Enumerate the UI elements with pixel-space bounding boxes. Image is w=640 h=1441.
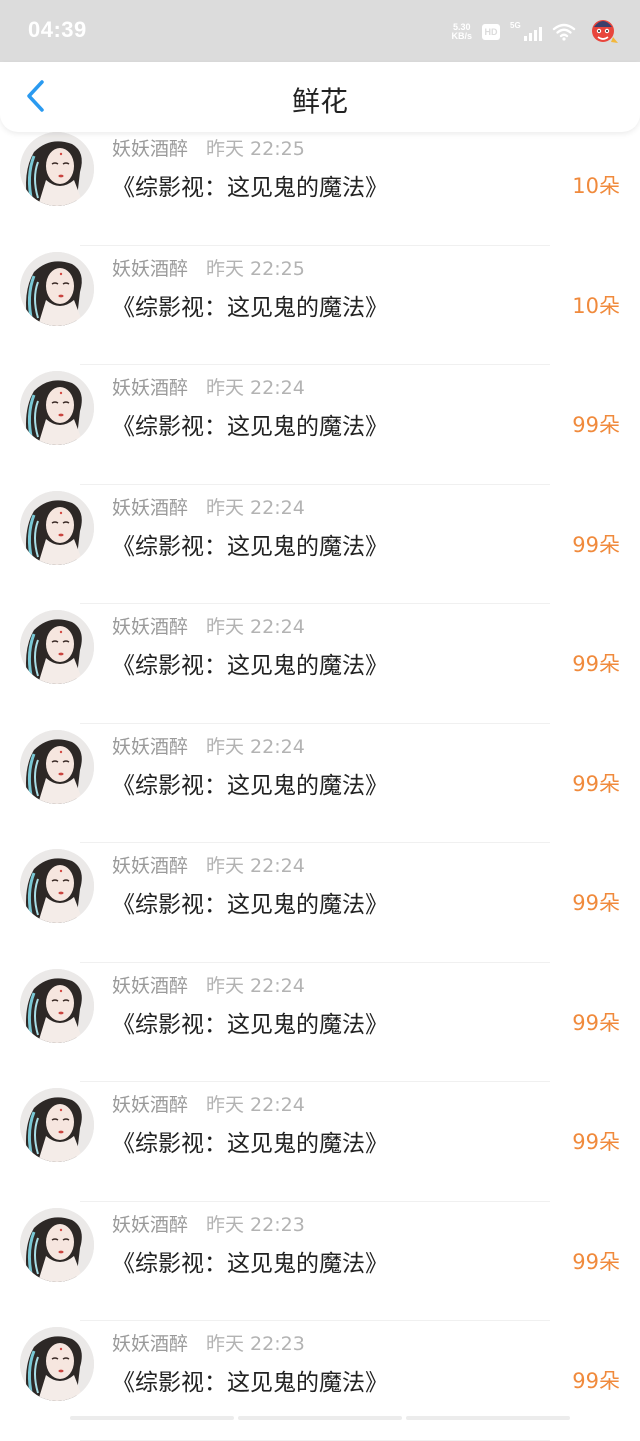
book-title[interactable]: 《综影视：这见鬼的魔法》	[112, 407, 388, 441]
timestamp: 昨天 22:24	[206, 735, 305, 758]
flower-count: 99朵	[572, 413, 620, 437]
avatar[interactable]	[20, 251, 94, 326]
list-item[interactable]: 妖妖酒醉 昨天 22:24 《综影视：这见鬼的魔法》 99朵	[0, 604, 640, 724]
book-title[interactable]: 《综影视：这见鬼的魔法》	[112, 766, 388, 800]
sender-line: 妖妖酒醉 昨天 22:23	[112, 1210, 305, 1237]
book-title[interactable]: 《综影视：这见鬼的魔法》	[112, 288, 388, 322]
nav-header: 鲜花	[0, 62, 640, 132]
avatar[interactable]	[20, 968, 94, 1043]
list-item[interactable]: 妖妖酒醉 昨天 22:23 《综影视：这见鬼的魔法》 99朵	[0, 1202, 640, 1321]
avatar[interactable]	[20, 1327, 94, 1401]
flower-count: 99朵	[572, 1249, 620, 1274]
wifi-icon	[552, 23, 576, 41]
sender-name[interactable]: 妖妖酒醉	[112, 616, 188, 638]
network-speed-unit: KB/s	[451, 31, 472, 41]
list-item[interactable]: 妖妖酒醉 昨天 22:23 《综影视：这见鬼的魔法》 99朵	[0, 1321, 640, 1441]
hd-icon: HD	[482, 24, 500, 40]
avatar[interactable]	[20, 490, 94, 565]
flower-count: 99朵	[572, 1369, 620, 1393]
timestamp: 昨天 22:24	[206, 855, 305, 877]
flower-count: 99朵	[572, 771, 620, 796]
book-title[interactable]: 《综影视：这见鬼的魔法》	[112, 1244, 388, 1278]
sender-name[interactable]: 妖妖酒醉	[112, 497, 188, 519]
bottom-divider	[70, 1416, 570, 1420]
network-speed: 5.30 KB/s	[451, 23, 472, 41]
sender-line: 妖妖酒醉 昨天 22:23	[112, 1329, 305, 1356]
timestamp: 昨天 22:25	[206, 257, 305, 280]
page-title: 鲜花	[291, 85, 348, 118]
sender-name[interactable]: 妖妖酒醉	[112, 1094, 188, 1116]
sender-line: 妖妖酒醉 昨天 22:25	[112, 134, 305, 161]
sender-name[interactable]: 妖妖酒醉	[112, 138, 188, 160]
timestamp: 昨天 22:24	[206, 377, 305, 399]
list-item[interactable]: 妖妖酒醉 昨天 22:24 《综影视：这见鬼的魔法》 99朵	[0, 365, 640, 485]
book-title[interactable]: 《综影视：这见鬼的魔法》	[112, 1124, 388, 1158]
sender-name[interactable]: 妖妖酒醉	[112, 855, 188, 877]
avatar[interactable]	[20, 1207, 94, 1282]
book-title[interactable]: 《综影视：这见鬼的魔法》	[112, 885, 388, 919]
book-title[interactable]: 《综影视：这见鬼的魔法》	[112, 646, 388, 680]
timestamp: 昨天 22:24	[206, 616, 305, 638]
sender-name[interactable]: 妖妖酒醉	[112, 258, 188, 280]
timestamp: 昨天 22:23	[206, 1333, 305, 1355]
signal-label: 5G	[510, 21, 521, 30]
sender-name[interactable]: 妖妖酒醉	[112, 1214, 188, 1236]
sender-name[interactable]: 妖妖酒醉	[112, 975, 188, 997]
flower-count: 10朵	[572, 293, 620, 318]
sender-line: 妖妖酒醉 昨天 22:24	[112, 971, 305, 998]
flower-count: 99朵	[572, 1130, 620, 1154]
flower-count: 99朵	[572, 532, 620, 557]
avatar[interactable]	[20, 1088, 94, 1162]
avatar[interactable]	[20, 132, 94, 206]
sender-line: 妖妖酒醉 昨天 22:24	[112, 732, 305, 759]
timestamp: 昨天 22:23	[206, 1213, 305, 1236]
book-title[interactable]: 《综影视：这见鬼的魔法》	[112, 527, 388, 561]
list-item[interactable]: 妖妖酒醉 昨天 22:24 《综影视：这见鬼的魔法》 99朵	[0, 724, 640, 843]
sender-line: 妖妖酒醉 昨天 22:24	[112, 612, 305, 639]
mascot-icon	[592, 20, 618, 43]
status-bar: 04:39 5.30 KB/s HD 5G	[0, 0, 640, 62]
sender-line: 妖妖酒醉 昨天 22:24	[112, 373, 305, 400]
list-item[interactable]: 妖妖酒醉 昨天 22:25 《综影视：这见鬼的魔法》 10朵	[0, 126, 640, 246]
list-item[interactable]: 妖妖酒醉 昨天 22:24 《综影视：这见鬼的魔法》 99朵	[0, 1082, 640, 1202]
sender-name[interactable]: 妖妖酒醉	[112, 1333, 188, 1355]
avatar[interactable]	[20, 610, 94, 684]
list-item[interactable]: 妖妖酒醉 昨天 22:24 《综影视：这见鬼的魔法》 99朵	[0, 485, 640, 604]
signal-icon: 5G	[510, 21, 542, 41]
timestamp: 昨天 22:24	[206, 496, 305, 519]
sender-line: 妖妖酒醉 昨天 22:24	[112, 493, 305, 520]
avatar[interactable]	[20, 729, 94, 804]
book-title[interactable]: 《综影视：这见鬼的魔法》	[112, 168, 388, 202]
book-title[interactable]: 《综影视：这见鬼的魔法》	[112, 1005, 388, 1039]
flower-count: 99朵	[572, 1010, 620, 1035]
sender-line: 妖妖酒醉 昨天 22:24	[112, 1090, 305, 1117]
book-title[interactable]: 《综影视：这见鬼的魔法》	[112, 1363, 388, 1397]
sender-line: 妖妖酒醉 昨天 22:25	[112, 254, 305, 281]
sender-name[interactable]: 妖妖酒醉	[112, 736, 188, 758]
flower-record-list: 妖妖酒醉 昨天 22:25 《综影视：这见鬼的魔法》 10朵 妖妖酒醉 昨天 22:25 《…	[0, 126, 640, 1441]
timestamp: 昨天 22:24	[206, 974, 305, 997]
flower-count: 99朵	[572, 891, 620, 915]
status-icons: 5.30 KB/s HD 5G	[451, 14, 620, 50]
status-time: 04:39	[28, 17, 87, 42]
avatar[interactable]	[20, 371, 94, 445]
row-divider	[80, 1439, 550, 1441]
sender-name[interactable]: 妖妖酒醉	[112, 377, 188, 399]
timestamp: 昨天 22:24	[206, 1094, 305, 1116]
flower-count: 99朵	[572, 652, 620, 676]
timestamp: 昨天 22:25	[206, 138, 305, 160]
avatar[interactable]	[20, 849, 94, 923]
list-item[interactable]: 妖妖酒醉 昨天 22:24 《综影视：这见鬼的魔法》 99朵	[0, 963, 640, 1082]
flower-count: 10朵	[572, 174, 620, 198]
sender-line: 妖妖酒醉 昨天 22:24	[112, 851, 305, 878]
list-item[interactable]: 妖妖酒醉 昨天 22:25 《综影视：这见鬼的魔法》 10朵	[0, 246, 640, 365]
list-item[interactable]: 妖妖酒醉 昨天 22:24 《综影视：这见鬼的魔法》 99朵	[0, 843, 640, 963]
